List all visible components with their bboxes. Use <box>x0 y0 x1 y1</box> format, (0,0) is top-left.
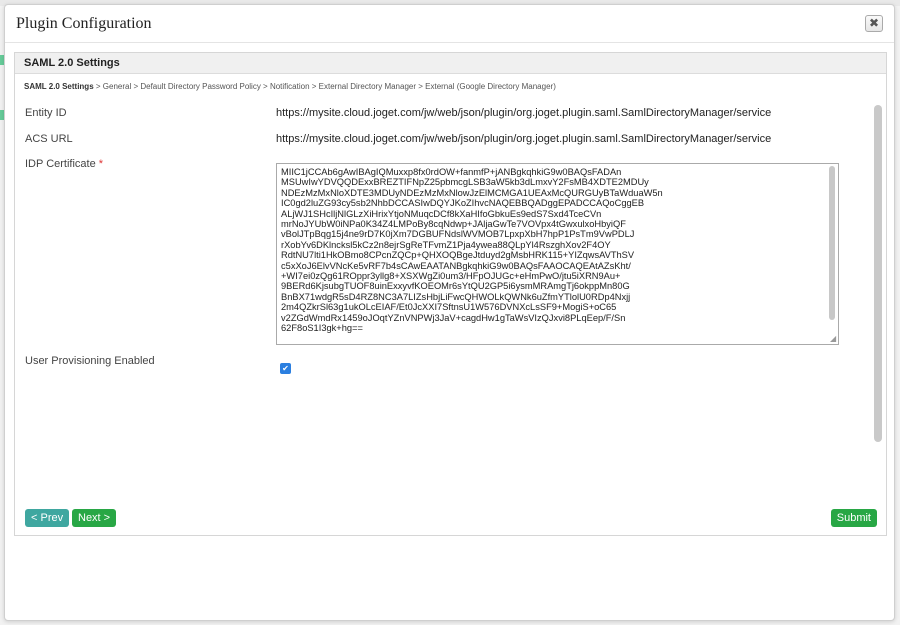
user-provisioning-label: User Provisioning Enabled <box>25 355 155 367</box>
plugin-configuration-dialog: Plugin Configuration ✖ SAML 2.0 Settings… <box>4 4 895 621</box>
next-button[interactable]: Next > <box>72 509 117 527</box>
dialog-title: Plugin Configuration <box>16 15 152 32</box>
breadcrumb-current: SAML 2.0 Settings <box>24 82 94 91</box>
acs-url-value[interactable]: https://mysite.cloud.joget.com/jw/web/js… <box>276 133 771 145</box>
idp-certificate-label-text: IDP Certificate <box>25 158 96 170</box>
settings-form: Entity ID https://mysite.cloud.joget.com… <box>15 105 870 490</box>
idp-certificate-label: IDP Certificate * <box>25 158 103 170</box>
user-provisioning-checkbox[interactable]: ✔ <box>280 363 291 374</box>
submit-button[interactable]: Submit <box>830 509 877 527</box>
breadcrumb: SAML 2.0 Settings > General > Default Di… <box>15 74 886 96</box>
acs-url-label: ACS URL <box>25 133 73 145</box>
check-icon: ✔ <box>282 364 289 373</box>
entity-id-value[interactable]: https://mysite.cloud.joget.com/jw/web/js… <box>276 107 771 119</box>
required-marker: * <box>98 158 104 170</box>
entity-id-label: Entity ID <box>25 107 67 119</box>
resize-handle-icon[interactable]: ◢ <box>830 334 836 343</box>
form-scrollbar[interactable] <box>874 105 882 442</box>
close-icon: ✖ <box>868 16 880 30</box>
close-button[interactable]: ✖ <box>865 15 883 32</box>
breadcrumb-steps: > General > Default Directory Password P… <box>93 82 556 91</box>
saml-settings-panel: SAML 2.0 Settings SAML 2.0 Settings > Ge… <box>14 52 887 536</box>
prev-button[interactable]: < Prev <box>25 509 70 527</box>
dialog-header: Plugin Configuration ✖ <box>5 5 894 43</box>
panel-heading: SAML 2.0 Settings <box>15 53 886 74</box>
idp-certificate-textarea[interactable]: MIIC1jCCAb6gAwIBAgIQMuxxp8fx0rdOW+fanmfP… <box>276 163 839 345</box>
certificate-scrollbar[interactable] <box>829 166 835 320</box>
